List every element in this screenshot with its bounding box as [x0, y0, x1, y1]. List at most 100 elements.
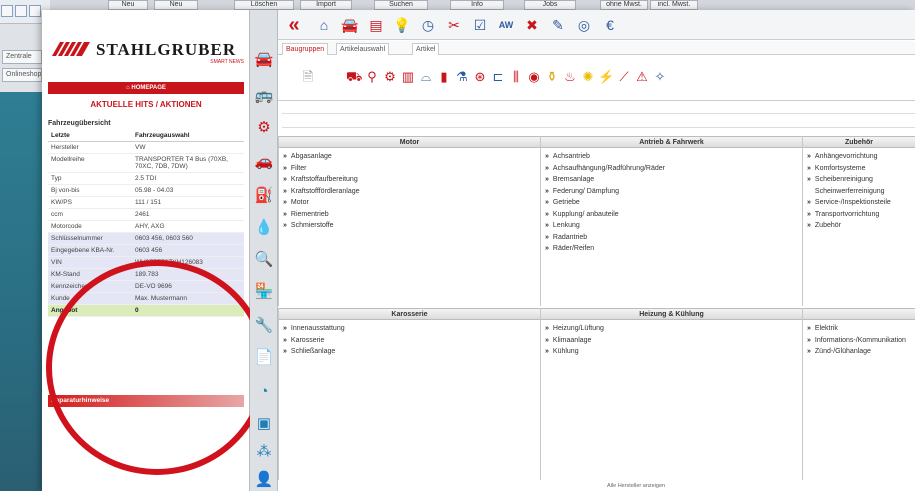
list-item[interactable]: » Kühlung — [545, 346, 798, 358]
list-item[interactable]: » Achsantrieb — [545, 151, 798, 163]
lightning-icon[interactable]: ⚡ — [598, 69, 614, 85]
battery-icon[interactable]: ▮ — [436, 69, 452, 85]
tools-icon[interactable]: ✖ — [522, 15, 542, 35]
bg-down-icon[interactable] — [15, 5, 27, 17]
show-all-manufacturers-link[interactable]: Alle Hersteller anzeigen — [607, 483, 665, 489]
bg-new-button[interactable]: Neu — [108, 0, 148, 10]
col-last[interactable]: Letzte — [48, 130, 132, 142]
list-item[interactable]: » Kraftstofffördleranlage — [283, 186, 536, 198]
shock-icon[interactable]: ⊏ — [490, 69, 506, 85]
list-item[interactable]: » Informations-/Kommunikation — [807, 335, 911, 347]
document-icon[interactable]: 📄 — [254, 348, 274, 368]
clutch-icon[interactable]: ⊛ — [472, 69, 488, 85]
list-item[interactable]: » Transportvorrichtung — [807, 209, 911, 221]
list-item[interactable]: » Riementrieb — [283, 209, 536, 221]
list-item[interactable]: » Kraftstoffaufbereitung — [283, 174, 536, 186]
home-icon[interactable]: ⌂ — [314, 15, 334, 35]
list-item[interactable]: » Karosserie — [283, 335, 536, 347]
bg-delete-button[interactable]: Löschen — [234, 0, 294, 10]
list-item[interactable]: » Innenausstattung — [283, 323, 536, 335]
calculator-icon[interactable]: ▣ — [254, 414, 274, 434]
list-item[interactable]: » Komfortsysteme — [807, 163, 911, 175]
tool-icon[interactable]: 🔧 — [254, 316, 274, 336]
list-item[interactable]: » Anhängevorrichtung — [807, 151, 911, 163]
car-search-icon[interactable]: 🚗 — [254, 152, 274, 172]
user-icon[interactable]: 👤 — [254, 470, 274, 490]
bg-add-icon[interactable] — [29, 5, 41, 17]
settings-icon[interactable]: ◎ — [574, 15, 594, 35]
list-item[interactable]: » Lenkung — [545, 220, 798, 232]
tab-article-selection[interactable]: Artikelauswahl — [336, 43, 390, 55]
list-item[interactable]: » Schließanlage — [283, 346, 536, 358]
list-item[interactable]: » Federung/ Dämpfung — [545, 186, 798, 198]
bus-icon[interactable]: 🚌 — [254, 86, 274, 106]
bg-nav-icon[interactable] — [1, 5, 13, 17]
list-item[interactable]: » Räder/Reifen — [545, 243, 798, 255]
bulb-icon[interactable]: ✺ — [580, 69, 596, 85]
bg-net-price-button[interactable]: ohne Mwst. — [600, 0, 648, 10]
radiator-icon[interactable]: ▥ — [400, 69, 416, 85]
list-item[interactable]: » Heizung/Lüftung — [545, 323, 798, 335]
list-item[interactable]: » Zünd-/Glühanlage — [807, 346, 911, 358]
oil-icon[interactable]: ⚱ — [544, 69, 560, 85]
engine-icon[interactable]: ⚙ — [382, 69, 398, 85]
list-item[interactable]: » Motor — [283, 197, 536, 209]
bg-search-button[interactable]: Suchen — [374, 0, 428, 10]
repair-notes-bar[interactable]: Reparaturhinweise — [48, 395, 244, 407]
back-icon[interactable]: « — [284, 15, 304, 35]
list-item[interactable]: » Elektrik — [807, 323, 911, 335]
table-row[interactable]: Angebot 0 — [48, 304, 244, 317]
seat-icon[interactable]: ♨ — [562, 69, 578, 85]
document-icon[interactable]: 🗎 — [300, 69, 316, 85]
checklist-icon[interactable]: ☑ — [470, 15, 490, 35]
bg-info-button[interactable]: Info — [450, 0, 504, 10]
book-icon[interactable]: ▤ — [366, 15, 386, 35]
list-item[interactable]: » Abgasanlage — [283, 151, 536, 163]
tire-icon[interactable]: ◔ — [254, 382, 274, 402]
list-item[interactable]: » Bremsanlage — [545, 174, 798, 186]
bg-jobs-button[interactable]: Jobs — [524, 0, 576, 10]
list-item[interactable]: » Klimaanlage — [545, 335, 798, 347]
warning-icon[interactable]: ⚠ — [634, 69, 650, 85]
edit-icon[interactable]: ✎ — [548, 15, 568, 35]
wrench-icon[interactable]: ✂ — [444, 15, 464, 35]
magnifier-icon[interactable]: 🔍 — [254, 250, 274, 270]
brake-icon[interactable]: ◉ — [526, 69, 542, 85]
list-item[interactable]: »Scheinwerferreinigung — [807, 186, 911, 198]
bulb-icon[interactable]: 💡 — [392, 15, 412, 35]
list-item[interactable]: » Getriebe — [545, 197, 798, 209]
homepage-button[interactable]: ⌂ HOMEPAGE — [48, 82, 244, 94]
list-item[interactable]: » Kupplung/ anbauteile — [545, 209, 798, 221]
exhaust-icon[interactable]: ⛟ — [346, 69, 362, 85]
bg-row-central[interactable]: Zentrale — [2, 50, 42, 64]
network-icon[interactable]: ⁂ — [254, 442, 274, 462]
list-item[interactable]: » Filter — [283, 163, 536, 175]
filter-icon[interactable]: ⫼ — [508, 69, 524, 85]
car-front-icon[interactable]: 🚘 — [254, 50, 274, 70]
car-icon[interactable]: 🚘 — [340, 15, 360, 35]
engine-oil-icon[interactable]: ⛽ — [254, 186, 274, 206]
list-item[interactable]: » Zubehör — [807, 220, 911, 232]
spark-plug-icon[interactable]: ⚲ — [364, 69, 380, 85]
car-body-icon[interactable]: ⌓ — [418, 69, 434, 85]
cleaning-icon[interactable]: ✧ — [652, 69, 668, 85]
bg-import-button[interactable]: Import — [300, 0, 352, 10]
list-item[interactable]: » Radantrieb — [545, 232, 798, 244]
shop-icon[interactable]: 🏪 — [254, 282, 274, 302]
transmission-icon[interactable]: ⚗ — [454, 69, 470, 85]
clock-icon[interactable]: ◷ — [418, 15, 438, 35]
bg-row-onlineshop[interactable]: Onlineshop — [2, 68, 42, 82]
list-item[interactable]: » Service-/Inspektionsteile — [807, 197, 911, 209]
parts-icon[interactable]: ⚙ — [254, 118, 274, 138]
list-item[interactable]: » Scheibenreinigung — [807, 174, 911, 186]
aw-icon[interactable]: AW — [496, 15, 516, 35]
tab-article[interactable]: Artikel — [412, 43, 440, 55]
list-item[interactable]: » Schmierstoffe — [283, 220, 536, 232]
bg-new2-button[interactable]: Neu — [154, 0, 198, 10]
list-item[interactable]: » Achsaufhängung/Radführung/Räder — [545, 163, 798, 175]
fluid-icon[interactable]: 💧 — [254, 218, 274, 238]
news-title[interactable]: AKTUELLE HITS / AKTIONEN — [48, 100, 244, 109]
tab-assemblies[interactable]: Baugruppen — [282, 43, 329, 55]
wiper-icon[interactable]: ⟋ — [616, 69, 632, 85]
euro-icon[interactable]: € — [600, 15, 620, 35]
